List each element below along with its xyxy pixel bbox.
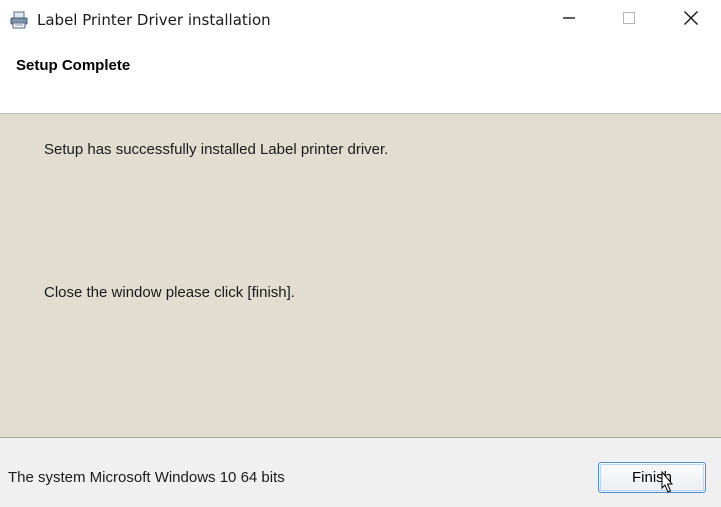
finish-button[interactable]: Finish [598, 462, 706, 493]
page-title: Setup Complete [16, 57, 131, 74]
title-bar[interactable]: Label Printer Driver installation [0, 0, 721, 44]
minimize-button[interactable] [546, 0, 592, 40]
success-message: Setup has successfully installed Label p… [44, 141, 389, 158]
window-title: Label Printer Driver installation [37, 11, 271, 29]
system-info-text: The system Microsoft Windows 10 64 bits [8, 469, 285, 486]
header-panel: Setup Complete [0, 44, 721, 114]
footer: The system Microsoft Windows 10 64 bits … [0, 438, 721, 507]
maximize-icon [622, 11, 636, 30]
close-icon [683, 10, 699, 31]
printer-icon [10, 11, 28, 29]
content-panel: Setup has successfully installed Label p… [0, 114, 721, 438]
maximize-button[interactable] [606, 0, 652, 40]
installer-window: Label Printer Driver installation Setup … [0, 0, 721, 507]
close-instruction: Close the window please click [finish]. [44, 284, 295, 301]
minimize-icon [562, 11, 576, 30]
close-button[interactable] [668, 0, 714, 40]
